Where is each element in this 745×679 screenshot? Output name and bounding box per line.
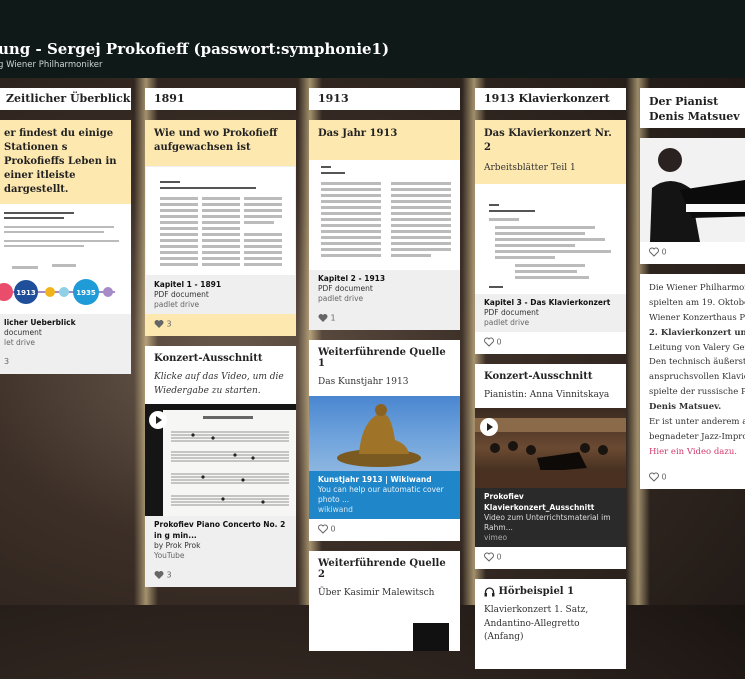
board-subtitle: g Wiener Philharmoniker [0,60,103,70]
post-title: Das Jahr 1913 [309,120,460,160]
heart-outline-icon[interactable] [484,337,494,347]
headphones-icon [484,586,495,596]
post-title: Konzert-Ausschnitt [475,363,626,385]
post-card[interactable]: Wie und wo Prokofieff aufgewachsen ist K… [145,120,296,337]
reactions: 0 [475,332,626,354]
timeline-node [45,287,55,297]
column-heading[interactable]: 1913 [309,88,460,110]
like-count: 0 [496,337,502,347]
heart-icon[interactable] [154,570,164,580]
orchestra-image [475,418,626,489]
like-count: 3 [166,319,172,329]
like-count: 0 [496,552,502,562]
post-card[interactable]: Konzert-Ausschnitt Pianistin: Anna Vinni… [475,363,626,569]
post-subtitle: Klavierkonzert 1. Satz, Andantino-Allegr… [484,605,589,642]
timeline-node [59,287,69,297]
post-card[interactable]: Konzert-Ausschnitt Klicke auf das Video,… [145,346,296,587]
sheet-music-image [163,410,296,517]
heart-outline-icon[interactable] [649,247,659,257]
pdf-preview[interactable] [475,183,626,294]
post-title: Das Klavierkonzert Nr. 2 [475,120,626,158]
like-count: 0 [661,247,667,257]
sculpture-image [337,403,421,467]
timeline-node [0,283,13,301]
attachment[interactable]: Prokofiev Klavierkonzert_Ausschnitt Vide… [475,488,626,547]
column-heading[interactable]: Zeitlicher Überblick [0,88,131,110]
column-1913-klavierkonzert: 1913 Klavierkonzert Das Klavierkonzert N… [475,88,626,679]
post-card[interactable]: Das Jahr 1913 Kapitel 2 - 1913 PDF docum… [309,120,460,331]
post-card[interactable]: Das Klavierkonzert Nr. 2 Arbeitsblätter … [475,120,626,354]
reactions: 3 [0,352,131,375]
concert-video-thumbnail[interactable] [475,408,626,489]
pdf-preview[interactable] [309,160,460,270]
post-title: Weiterführende Quelle 2 [309,551,460,584]
reactions: 0 [640,242,745,264]
post-body: Klicke auf das Video, um die Wiedergabe … [154,372,284,396]
column-1891: 1891 Wie und wo Prokofieff aufgewachsen … [145,88,296,597]
post-card[interactable]: 0 [640,138,745,264]
black-square-image [413,623,449,652]
sculpture-image[interactable] [309,395,460,471]
post-card[interactable]: er findest du einige Stationen s Prokofi… [0,120,131,375]
post-title: Weiterführende Quelle 1 [309,340,460,373]
column-heading[interactable]: 1913 Klavierkonzert [475,88,626,110]
post-body: Die Wiener Philharmonik spielten am 19. … [649,283,745,457]
column-heading[interactable]: Der Pianist Denis Matsuev [640,88,745,128]
timeline-label: 1913 [16,289,36,297]
post-subtitle: Über Kasimir Malewitsch [318,588,435,599]
attachment[interactable]: Kapitel 2 - 1913 PDF document padlet dri… [309,270,460,309]
post-title: Hörbeispiel 1 [498,586,575,597]
timeline-graphic: 1913 1935 [0,264,115,305]
attachment[interactable]: Kapitel 1 - 1891 PDF document padlet dri… [145,276,296,315]
post-title: Konzert-Ausschnitt [145,346,296,372]
video-link[interactable]: Hier ein Video dazu. [649,447,737,457]
like-count: 3 [4,357,10,367]
video-thumbnail[interactable] [145,404,296,517]
column-zeitlicher-ueberblick: Zeitlicher Überblick er findest du einig… [0,88,131,384]
reactions: 0 [640,467,745,489]
like-count: 3 [166,570,172,580]
timeline-node [103,287,113,297]
heart-icon[interactable] [318,313,328,323]
column-pianist-matsuev: Der Pianist Denis Matsuev 0 Die Wiener P… [640,88,745,499]
heart-outline-icon[interactable] [318,524,328,535]
post-title: er findest du einige Stationen s Prokofi… [0,120,131,204]
heart-outline-icon[interactable] [484,552,494,562]
pianist-photo [640,138,745,242]
reactions: 0 [475,547,626,569]
board-header: ung - Sergej Prokofieff (passwort:sympho… [0,0,745,78]
heart-outline-icon[interactable] [649,472,659,482]
post-header: Hörbeispiel 1 [475,579,626,600]
post-subtitle: Pianistin: Anna Vinnitskaya [484,389,610,400]
column-heading[interactable]: 1891 [145,88,296,110]
column-1913: 1913 Das Jahr 1913 Kapitel 2 - 1913 PDF … [309,88,460,661]
reactions: 3 [145,564,296,587]
sheet-music-image [171,416,289,506]
post-subtitle: Arbeitsblätter Teil 1 [475,158,626,184]
timeline-label: 1935 [76,289,96,297]
post-subtitle: Das Kunstjahr 1913 [318,377,409,388]
post-title: Wie und wo Prokofieff aufgewachsen ist [145,120,296,166]
attachment[interactable]: Prokofiev Piano Concerto No. 2 in g min.… [145,516,296,565]
reactions: 0 [309,519,460,541]
heart-icon[interactable] [154,319,164,329]
like-count: 0 [661,472,667,481]
reactions: 1 [309,308,460,331]
post-card[interactable]: Weiterführende Quelle 2 Über Kasimir Mal… [309,551,460,652]
like-count: 1 [330,313,336,323]
post-card[interactable]: Hörbeispiel 1 Klavierkonzert 1. Satz, An… [475,579,626,669]
reactions: 3 [145,314,296,337]
timeline-preview[interactable]: 1913 1935 [0,204,131,314]
pianist-photo[interactable] [640,138,745,242]
board-title: ung - Sergej Prokofieff (passwort:sympho… [0,40,390,58]
attachment[interactable]: Kapitel 3 - Das Klavierkonzert PDF docum… [475,293,626,332]
attachment[interactable]: licher Ueberblick document let drive [0,314,131,353]
like-count: 0 [330,524,336,534]
post-card[interactable]: Die Wiener Philharmonik spielten am 19. … [640,274,745,489]
pdf-preview[interactable] [145,166,296,276]
post-card[interactable]: Weiterführende Quelle 1 Das Kunstjahr 19… [309,340,460,542]
attachment[interactable]: Kunstjahr 1913 | Wikiwand You can help o… [309,470,460,520]
